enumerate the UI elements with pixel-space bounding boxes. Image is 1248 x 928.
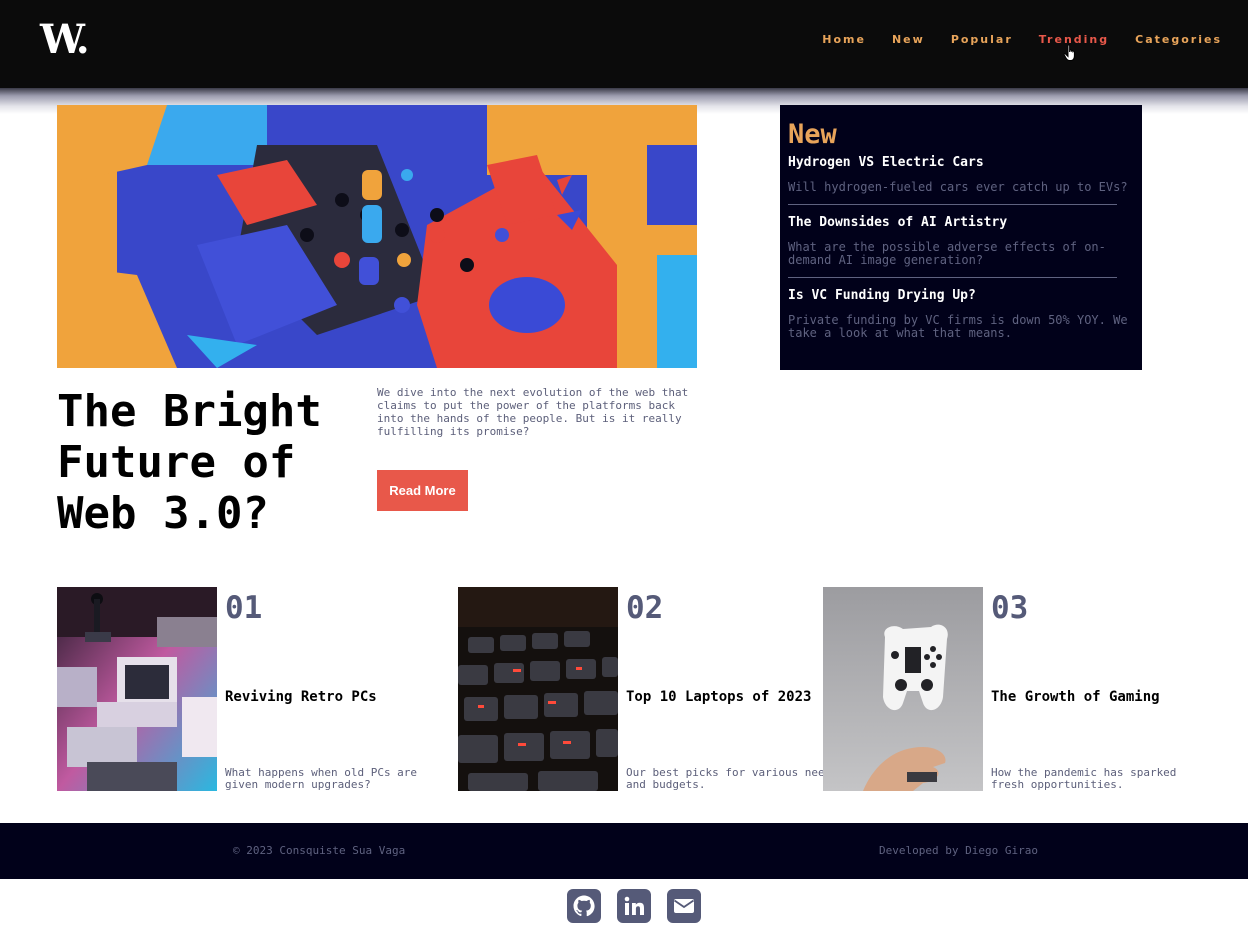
gamepad-image	[823, 587, 983, 791]
new-item[interactable]: Hydrogen VS Electric Cars Will hydrogen-…	[788, 155, 1134, 194]
card-title[interactable]: The Growth of Gaming	[991, 689, 1160, 705]
envelope-icon[interactable]	[667, 889, 701, 923]
linkedin-icon[interactable]	[617, 889, 651, 923]
card-number: 03	[991, 590, 1029, 626]
new-articles-panel: New Hydrogen VS Electric Cars Will hydro…	[780, 105, 1142, 370]
hero-image[interactable]	[57, 105, 697, 368]
card-image-laptops[interactable]	[458, 587, 618, 791]
card-number: 02	[626, 590, 664, 626]
card-description: Our best picks for various needs and bud…	[626, 766, 838, 791]
read-more-button[interactable]: Read More	[377, 470, 468, 511]
new-panel-heading: New	[788, 119, 837, 150]
new-item-description: What are the possible adverse effects of…	[788, 240, 1106, 267]
new-item-title[interactable]: Hydrogen VS Electric Cars	[788, 155, 1134, 171]
site-logo[interactable]: W.	[40, 16, 100, 63]
card-image-retro-pcs[interactable]	[57, 587, 217, 791]
social-links	[567, 889, 701, 923]
article-card[interactable]: 03 The Growth of Gaming How the pandemic…	[823, 587, 1223, 791]
new-item-description: Will hydrogen-fueled cars ever catch up …	[788, 180, 1128, 194]
card-title[interactable]: Reviving Retro PCs	[225, 689, 377, 705]
github-icon[interactable]	[567, 889, 601, 923]
new-item-title[interactable]: The Downsides of AI Artistry	[788, 215, 1134, 231]
keyboard-image	[458, 587, 618, 791]
site-footer: © 2023 Consquiste Sua Vaga Developed by …	[0, 823, 1248, 879]
footer-developer: Developed by Diego Girao	[879, 844, 1038, 857]
divider	[788, 277, 1117, 278]
card-description: What happens when old PCs are given mode…	[225, 766, 418, 791]
retro-pc-image	[57, 587, 217, 791]
divider	[788, 204, 1117, 205]
hero-artwork	[57, 105, 697, 368]
nav-home[interactable]: Home	[822, 33, 866, 46]
nav-categories[interactable]: Categories	[1135, 33, 1222, 46]
hand-cursor-icon	[1063, 44, 1075, 61]
new-item[interactable]: Is VC Funding Drying Up? Private funding…	[788, 288, 1134, 340]
card-number: 01	[225, 590, 263, 626]
card-title[interactable]: Top 10 Laptops of 2023	[626, 689, 811, 705]
logo-text: W.	[40, 16, 90, 63]
card-image-gaming[interactable]	[823, 587, 983, 791]
footer-copyright: © 2023 Consquiste Sua Vaga	[233, 844, 406, 857]
main-nav: Home New Popular Trending Categories	[822, 33, 1222, 46]
new-item[interactable]: The Downsides of AI Artistry What are th…	[788, 215, 1134, 267]
new-item-title[interactable]: Is VC Funding Drying Up?	[788, 288, 1134, 304]
card-description: How the pandemic has sparked fresh oppor…	[991, 766, 1177, 791]
nav-new[interactable]: New	[892, 33, 925, 46]
hero-description: We dive into the next evolution of the w…	[377, 386, 689, 438]
article-card[interactable]: 02 Top 10 Laptops of 2023 Our best picks…	[458, 587, 838, 791]
nav-popular[interactable]: Popular	[951, 33, 1013, 46]
article-card[interactable]: 01 Reviving Retro PCs What happens when …	[57, 587, 447, 791]
hero-title: The Bright Future of Web 3.0?	[57, 386, 322, 539]
new-item-description: Private funding by VC firms is down 50% …	[788, 313, 1128, 340]
site-header: W. Home New Popular Trending Categories	[0, 0, 1248, 88]
